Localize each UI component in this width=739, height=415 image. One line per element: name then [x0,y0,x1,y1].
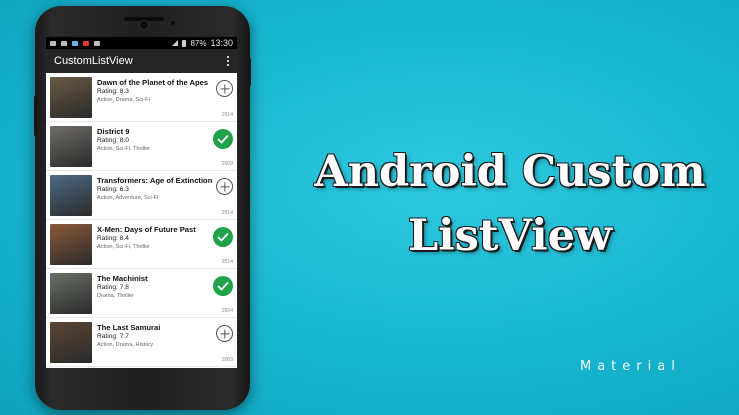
list-item[interactable]: The Last Samurai Rating: 7.7 Action, Dra… [46,318,237,367]
app-title: CustomListView [54,55,133,67]
app-bar: CustomListView [46,49,237,73]
movie-genre: Action, Sci-Fi, Thriller [97,146,151,152]
movie-rating: Rating: 7.8 [97,284,129,291]
list-item[interactable]: Dawn of the Planet of the Apes Rating: 8… [46,73,237,122]
movie-genre: Action, Drama, Sci-Fi [97,97,150,103]
page-headline: Android Custom ListView [300,140,720,268]
movie-title: Dawn of the Planet of the Apes [97,78,209,87]
movie-year: 2009 [221,161,233,167]
volume-button [34,96,37,136]
movie-poster [50,273,92,314]
phone-screen: 87% 13:30 CustomListView Dawn of the Pla… [46,37,237,368]
check-icon [217,232,229,242]
movie-rating: Rating: 6.3 [97,186,129,193]
list-item[interactable]: The Machinist Rating: 7.8 Drama, Thrille… [46,269,237,318]
check-icon [217,134,229,144]
list-item[interactable]: District 9 Rating: 8.0 Action, Sci-Fi, T… [46,122,237,171]
notification-icon [50,40,56,46]
movie-year: 2014 [221,259,233,265]
movie-title: Transformers: Age of Extinction [97,176,213,185]
headline-line-1: Android Custom [314,147,706,197]
movie-year: 2003 [221,357,233,363]
movie-poster [50,224,92,265]
movie-title: District 9 [97,127,130,136]
check-icon [217,281,229,291]
movie-rating: Rating: 8.3 [97,88,129,95]
battery-icon [182,39,187,47]
added-check-button[interactable] [213,227,233,247]
notification-icon [61,40,67,46]
movie-rating: Rating: 7.7 [97,333,129,340]
movie-poster [50,126,92,167]
movie-rating: Rating: 8.4 [97,235,129,242]
added-check-button[interactable] [213,129,233,149]
movie-title: The Machinist [97,274,148,283]
signal-icon [172,40,179,46]
clock: 13:30 [210,38,233,48]
battery-percent: 87% [190,38,207,48]
notification-icon [94,40,100,46]
list-item[interactable]: X-Men: Days of Future Past Rating: 8.4 A… [46,220,237,269]
movie-genre: Action, Sci-Fi, Thriller [97,244,151,250]
added-check-button[interactable] [213,276,233,296]
movie-year: 2014 [221,112,233,118]
phone-frame: 87% 13:30 CustomListView Dawn of the Pla… [34,6,251,410]
movie-genre: Action, Adventure, Sci-Fi [97,195,159,201]
status-bar: 87% 13:30 [46,37,237,49]
front-camera [139,20,149,30]
movie-year: 2014 [221,210,233,216]
proximity-sensor [171,21,175,25]
movie-rating: Rating: 8.0 [97,137,129,144]
movie-title: X-Men: Days of Future Past [97,225,196,234]
movie-poster [50,322,92,363]
add-icon[interactable] [216,80,233,97]
power-button [248,58,251,86]
notification-icon [83,40,89,46]
movie-list[interactable]: Dawn of the Planet of the Apes Rating: 8… [46,73,237,367]
notification-icon [72,40,78,46]
more-vert-icon[interactable] [226,55,229,67]
add-icon[interactable] [216,178,233,195]
movie-title: The Last Samurai [97,323,161,332]
add-icon[interactable] [216,325,233,342]
movie-poster [50,175,92,216]
movie-year: 2004 [221,308,233,314]
headline-line-2: ListView [408,211,612,261]
movie-poster [50,77,92,118]
movie-genre: Drama, Thriller [97,293,134,299]
material-tag: Material [580,359,681,374]
movie-genre: Action, Drama, History [97,342,153,348]
list-item[interactable]: Transformers: Age of Extinction Rating: … [46,171,237,220]
